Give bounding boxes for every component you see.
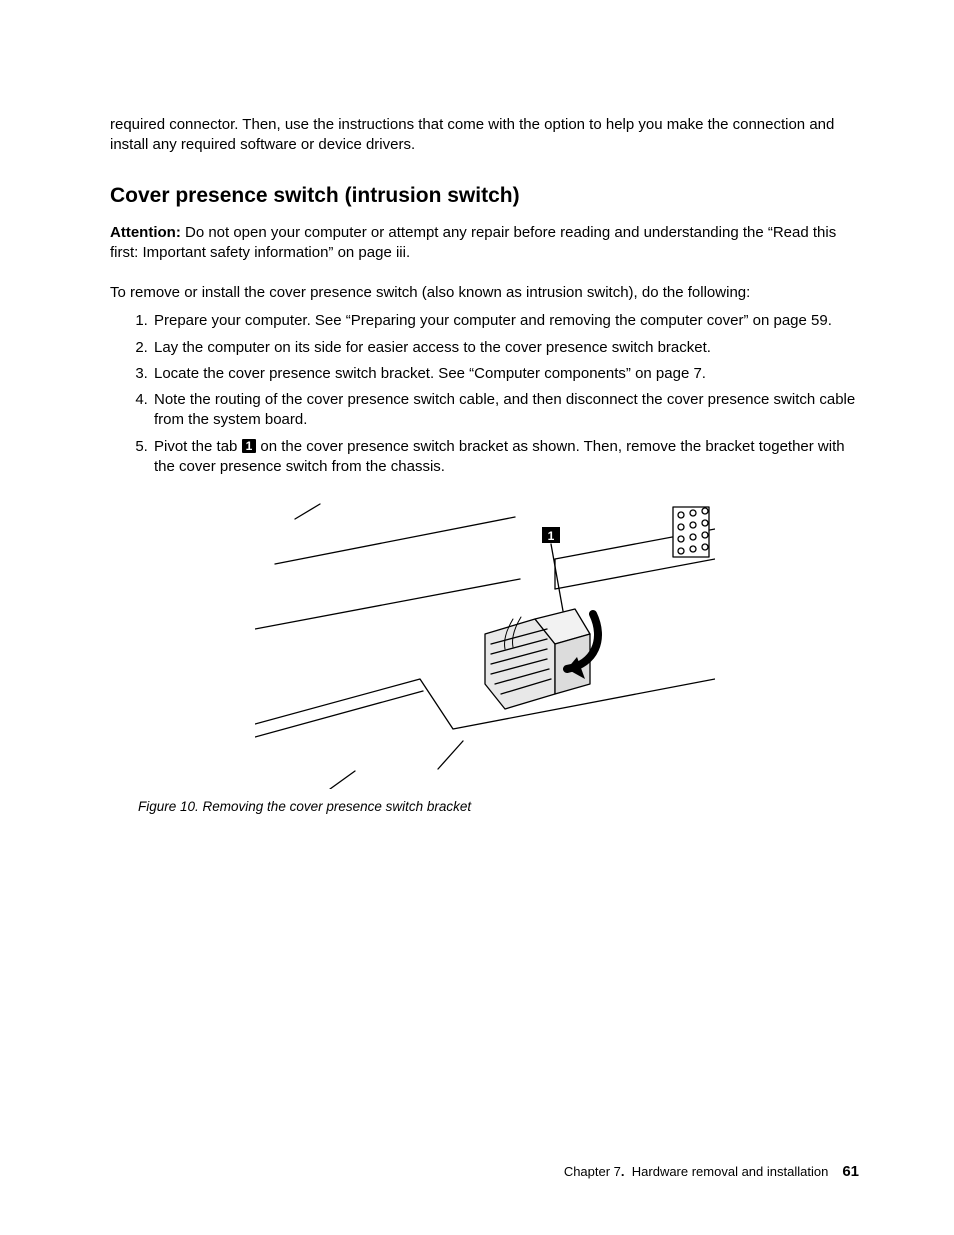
figure-illustration: 1: [255, 489, 715, 789]
step-5-text-a: Pivot the tab: [154, 438, 242, 455]
page-number: 61: [842, 1163, 859, 1180]
lead-text: To remove or install the cover presence …: [110, 283, 859, 303]
step-1: Prepare your computer. See “Preparing yo…: [152, 311, 859, 331]
step-5: Pivot the tab 1 on the cover presence sw…: [152, 437, 859, 478]
footer-title: Hardware removal and installation: [632, 1164, 829, 1179]
figure-caption: Figure 10. Removing the cover presence s…: [138, 799, 859, 814]
attention-label: Attention:: [110, 224, 181, 241]
attention-text: Do not open your computer or attempt any…: [110, 224, 836, 261]
step-5-text-b: on the cover presence switch bracket as …: [154, 438, 845, 475]
step-2: Lay the computer on its side for easier …: [152, 338, 859, 358]
step-3: Locate the cover presence switch bracket…: [152, 364, 859, 384]
svg-text:1: 1: [547, 529, 554, 543]
figure-callout-1: 1: [542, 527, 560, 543]
figure-10: 1 Figure 10. Removing the cover presence…: [110, 489, 859, 814]
steps-list: Prepare your computer. See “Preparing yo…: [110, 311, 859, 477]
section-heading: Cover presence switch (intrusion switch): [110, 184, 859, 208]
step-4: Note the routing of the cover presence s…: [152, 390, 859, 431]
intro-paragraph: required connector. Then, use the instru…: [110, 115, 859, 156]
callout-1-inline: 1: [242, 439, 257, 453]
footer-chapter: Chapter 7: [564, 1164, 621, 1179]
page-footer: Chapter 7. Hardware removal and installa…: [564, 1163, 859, 1180]
attention-paragraph: Attention: Do not open your computer or …: [110, 223, 859, 264]
